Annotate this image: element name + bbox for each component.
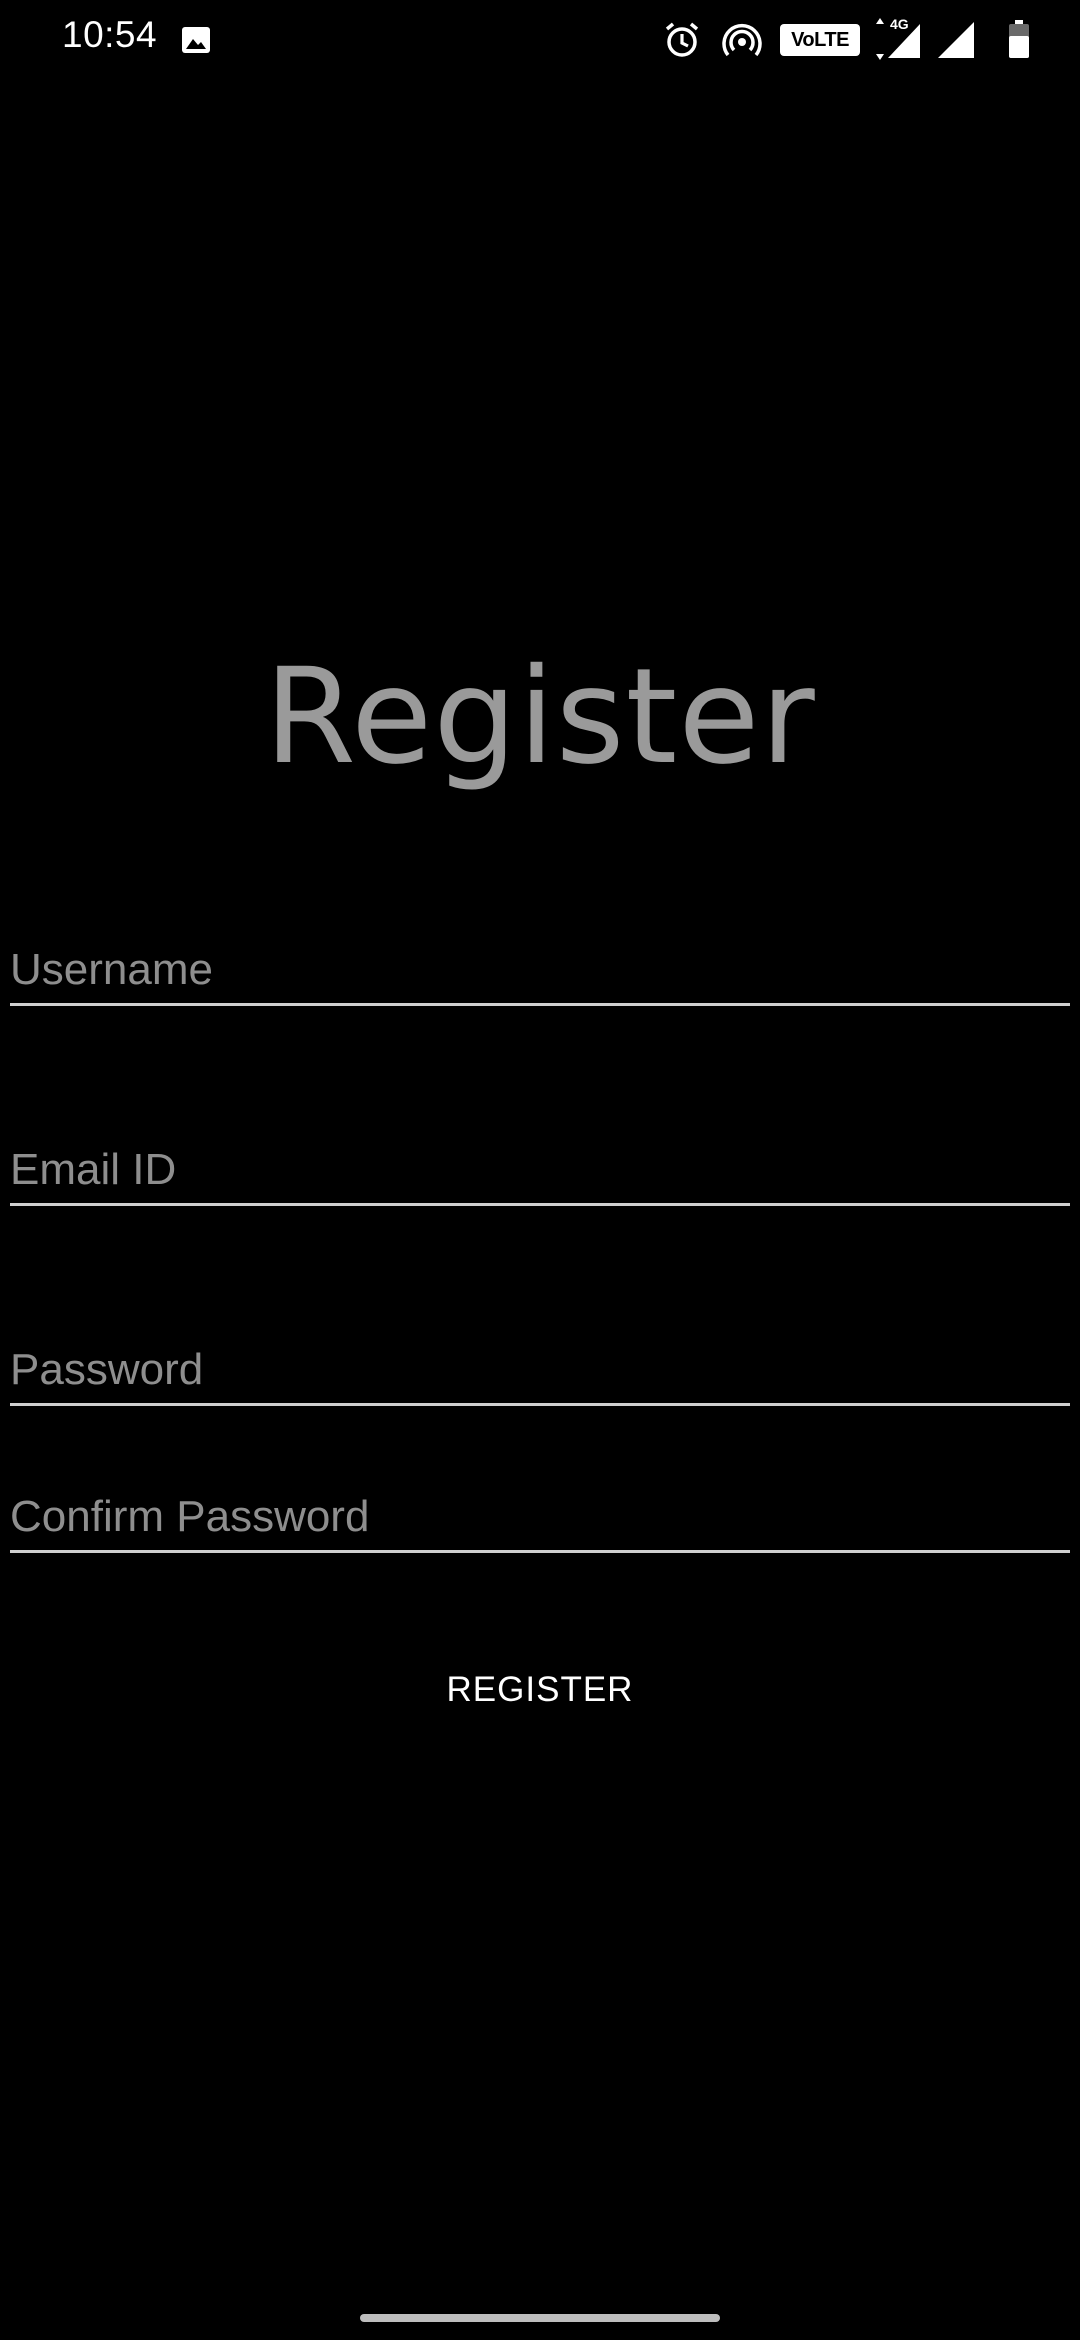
email-underline (10, 1203, 1070, 1206)
hotspot-icon (722, 20, 762, 60)
network-type-label: 4G (890, 16, 909, 32)
status-time: 10:54 (62, 14, 158, 55)
gesture-nav-bar[interactable] (360, 2314, 720, 2322)
password-underline (10, 1403, 1070, 1406)
confirm-password-underline (10, 1550, 1070, 1553)
confirm-password-input[interactable] (10, 1487, 1070, 1547)
username-field-container (10, 916, 1070, 1006)
signal-icon (936, 20, 976, 60)
volte-badge: VoLTE (780, 24, 860, 56)
gallery-icon (180, 24, 212, 56)
status-bar: 10:54 VoLTE 4G (0, 0, 1080, 80)
battery-icon (1008, 20, 1030, 58)
username-underline (10, 1003, 1070, 1006)
password-input[interactable] (10, 1340, 1070, 1400)
username-input[interactable] (10, 940, 1070, 1000)
page-title: Register (264, 640, 816, 794)
email-input[interactable] (10, 1140, 1070, 1200)
confirm-password-field-container (10, 1463, 1070, 1553)
register-button[interactable]: REGISTER (400, 1650, 680, 1730)
alarm-icon (662, 20, 702, 60)
email-field-container (10, 1116, 1070, 1206)
password-field-container (10, 1316, 1070, 1406)
